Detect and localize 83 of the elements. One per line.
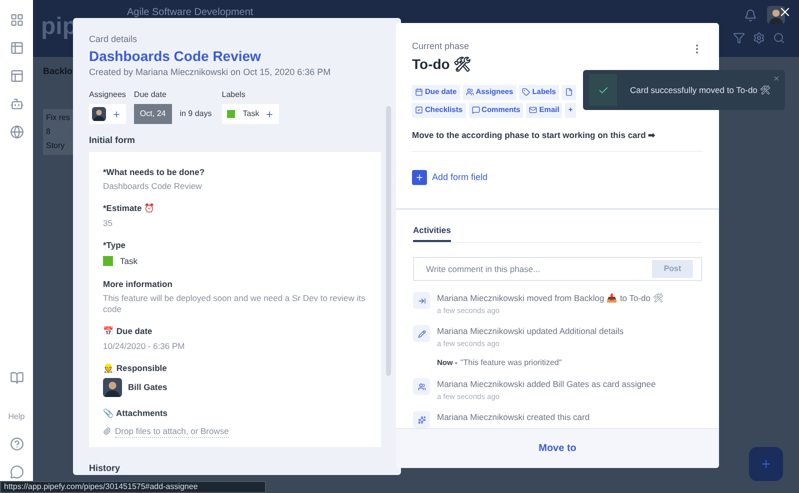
close-button[interactable] bbox=[778, 5, 792, 19]
tag-icon bbox=[522, 88, 530, 96]
plus-icon bbox=[760, 458, 772, 470]
move-icon bbox=[418, 296, 426, 304]
email-icon bbox=[529, 106, 538, 114]
label-text: Task bbox=[242, 108, 260, 120]
status-url: https://app.pipefy.com/pipes/301451575#add-assignee bbox=[4, 481, 198, 493]
due-date-value[interactable]: Oct, 24 bbox=[134, 104, 172, 124]
comment-icon bbox=[472, 106, 480, 114]
create-icon bbox=[418, 416, 426, 424]
field-value: Task bbox=[120, 254, 138, 268]
field-value: Bill Gates bbox=[128, 380, 168, 394]
checklist-icon bbox=[415, 106, 423, 114]
activity-text: Mariana Miecznikowski added Bill Gates as card assignee bbox=[437, 378, 656, 391]
phase-name: To-do 🛠 bbox=[412, 54, 472, 74]
field-value: This feature will be deployed soon and we need a Sr Dev to review its code bbox=[103, 293, 366, 316]
field-label: *Type bbox=[103, 239, 127, 252]
field-value: 35 bbox=[103, 218, 114, 229]
avatar-icon bbox=[767, 6, 785, 24]
field-value: Dashboards Code Review bbox=[103, 181, 203, 192]
field-label: 📅 Due date bbox=[103, 325, 154, 338]
card-number: 8 bbox=[46, 126, 52, 138]
close-icon[interactable] bbox=[773, 75, 780, 82]
assign-icon bbox=[418, 382, 426, 390]
comment-input[interactable]: Write comment in this phase... bbox=[426, 262, 652, 276]
labels-field[interactable]: Task bbox=[222, 104, 280, 124]
field-label: *Estimate ⏰ bbox=[103, 202, 156, 215]
due-date-label: Due date bbox=[134, 89, 168, 101]
robot-icon[interactable] bbox=[10, 97, 24, 111]
calendar-icon bbox=[415, 88, 423, 96]
edit-icon bbox=[418, 330, 426, 338]
assignees-label: Assignees bbox=[89, 89, 126, 101]
due-in-text: in 9 days bbox=[180, 108, 212, 120]
phase-hint: Move to the according phase to start working on this card ➡ bbox=[412, 128, 658, 142]
attach-icon bbox=[103, 427, 111, 436]
chat-icon[interactable] bbox=[10, 465, 24, 479]
add-field-link[interactable]: Add form field bbox=[432, 171, 488, 184]
pipe-title: Agile Software Development bbox=[127, 7, 254, 18]
filter-icon[interactable] bbox=[733, 32, 745, 44]
bell-icon[interactable] bbox=[744, 8, 757, 22]
action-chip[interactable] bbox=[562, 84, 576, 100]
help-icon[interactable] bbox=[10, 437, 24, 451]
add-field-icon[interactable] bbox=[412, 170, 427, 186]
search-icon[interactable] bbox=[773, 32, 785, 44]
globe-icon[interactable] bbox=[10, 125, 24, 139]
card-title: Dashboards Code Review bbox=[89, 46, 262, 64]
move-to-button[interactable]: Move to bbox=[396, 428, 719, 468]
card-type: Story bbox=[46, 140, 66, 152]
created-by-text: Created by Mariana Miecznikowski on Oct 15, 2020 6:36 PM bbox=[89, 66, 332, 79]
scrollbar[interactable] bbox=[386, 106, 391, 376]
add-icon[interactable] bbox=[112, 110, 121, 118]
attach-link[interactable]: Drop files to attach, or Browse bbox=[115, 424, 229, 438]
activity-text: Mariana Miecznikowski created this card bbox=[437, 411, 590, 424]
card-title: Fix res bbox=[46, 112, 70, 124]
avatar-icon bbox=[92, 107, 106, 121]
phase-title: Backlo bbox=[43, 65, 73, 78]
activities-tab[interactable]: Activities bbox=[413, 224, 451, 242]
field-value: 10/24/2020 - 6:36 PM bbox=[103, 341, 186, 352]
field-label: *What needs to be done? bbox=[103, 166, 206, 178]
activity-text: Mariana Miecznikowski moved from Backlog 📥 to To-do 🛠 bbox=[437, 292, 664, 305]
book-icon[interactable] bbox=[10, 371, 24, 385]
field-label: More information bbox=[103, 278, 174, 290]
users-icon bbox=[466, 88, 474, 96]
panel-icon[interactable] bbox=[10, 69, 24, 83]
add-icon[interactable] bbox=[265, 110, 274, 118]
field-label: 👷 Responsible bbox=[103, 362, 168, 375]
field-label: 📎 Attachments bbox=[103, 406, 169, 420]
table-icon[interactable] bbox=[10, 41, 24, 55]
file-icon bbox=[564, 88, 573, 96]
avatar-icon bbox=[103, 378, 122, 397]
detail-text: "This feature was prioritized" bbox=[460, 357, 562, 369]
phase-caption: Current phase bbox=[412, 40, 470, 53]
settings-icon[interactable] bbox=[753, 32, 765, 44]
help-label: Help bbox=[8, 411, 25, 423]
panel-caption: Card details bbox=[89, 33, 138, 46]
section-title: History bbox=[89, 462, 122, 475]
apps-icon[interactable] bbox=[10, 13, 24, 27]
toast-message: Card successfully moved to To-do 🛠 bbox=[630, 84, 771, 96]
labels-label: Labels bbox=[222, 89, 246, 101]
section-title: Initial form bbox=[89, 134, 136, 147]
check-icon bbox=[598, 84, 608, 96]
assignees-field[interactable] bbox=[89, 104, 126, 124]
activity-text: Mariana Miecznikowski updated Additional details bbox=[437, 325, 624, 338]
